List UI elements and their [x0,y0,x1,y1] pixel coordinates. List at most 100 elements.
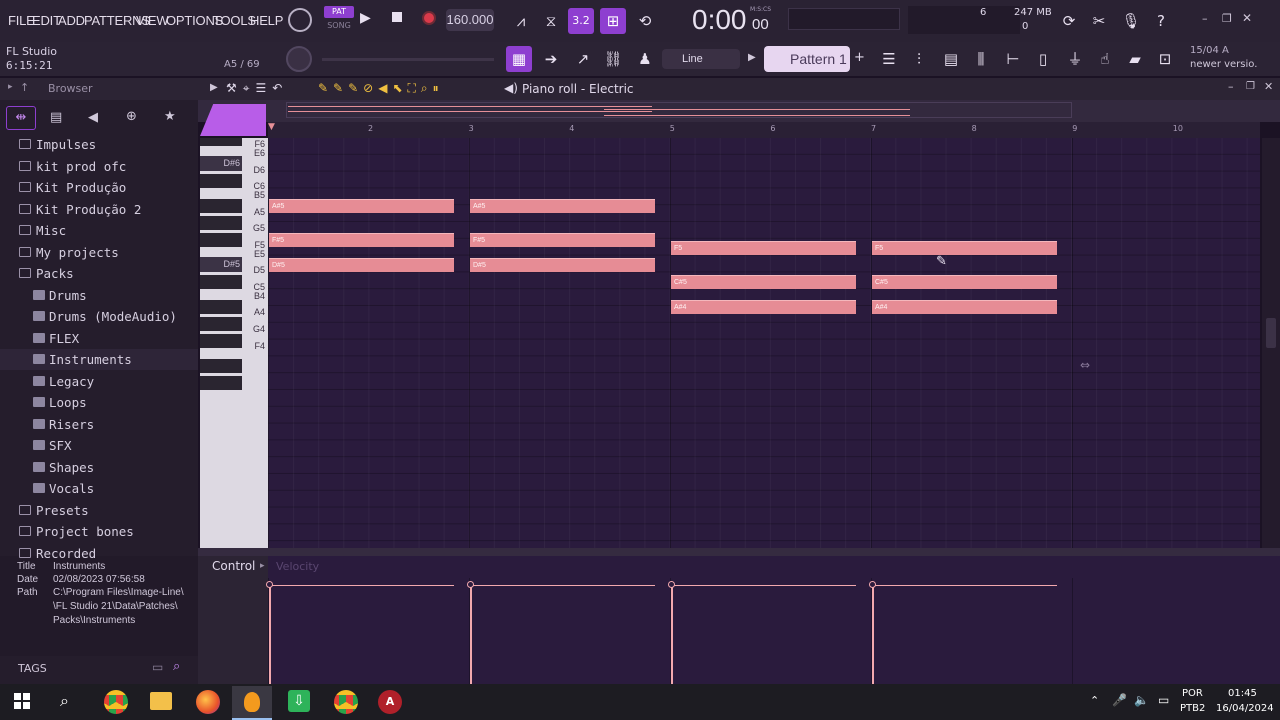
pr-restore-icon[interactable]: ❐ [1246,81,1255,92]
restore-icon[interactable]: ❐ [1222,12,1232,25]
browser-item[interactable]: Vocals [0,478,198,499]
resize-handle-icon[interactable]: ⇔ [1080,358,1090,372]
instrument-tab[interactable] [200,104,266,136]
all-tab-icon[interactable]: ⇹ [6,106,36,130]
plugins-tab-icon[interactable]: ⊕ [126,109,137,124]
expand-icon[interactable]: ▸ [8,82,13,92]
note[interactable]: A#5 [269,199,454,214]
step-edit-icon[interactable]: ⊞ [600,8,626,34]
black-key[interactable] [200,138,242,146]
pattern-arrow-icon[interactable]: ▶ [748,52,756,63]
browser-item[interactable]: Shapes [0,457,198,478]
clock-date[interactable]: 16/04/2024 [1216,703,1274,714]
vertical-scrollbar[interactable] [1262,138,1280,548]
note[interactable]: F#5 [269,232,454,247]
song-toggle[interactable]: SONG [324,20,354,32]
speaker-icon[interactable]: ◀) [504,81,518,95]
note[interactable]: A#5 [470,199,655,214]
microphone-icon[interactable]: 🎙 [1118,8,1144,34]
search-taskbar-icon[interactable]: ⌕ [60,691,69,711]
favorites-tab-icon[interactable]: ★ [164,109,176,124]
note-grid[interactable]: A#5 A#5 F#5 F#5 D#5 D#5 F5 F5 C#5 C#5 A#4 A#4 [268,138,1260,548]
windows-start-icon[interactable] [14,693,30,709]
news-text[interactable]: newer versio. [1190,59,1257,70]
note[interactable]: F#5 [470,232,655,247]
playhead-marker-icon[interactable]: ▼ [268,122,275,132]
browser-item[interactable]: FLEX [0,328,198,349]
browser-item[interactable]: Presets [0,500,198,521]
touch-icon[interactable]: ☝ [1092,46,1118,72]
add-pattern-icon[interactable]: + [854,50,865,65]
pencil-link-icon[interactable]: ↗ [570,46,596,72]
clock-time[interactable]: 01:45 [1228,688,1257,699]
note[interactable]: A#4 [671,300,856,314]
help-icon[interactable]: ? [1148,8,1174,34]
files-tab-icon[interactable]: ▤ [50,110,62,125]
control-param[interactable]: Velocity [276,560,319,573]
black-key[interactable] [200,375,242,390]
chain-link-icon[interactable]: ⛓ [600,46,626,72]
piano-roll-icon[interactable]: ▦ [506,46,532,72]
master-volume-knob-icon[interactable] [288,8,312,32]
browser-item[interactable]: Kit Produção 2 [0,199,198,220]
menu-help[interactable]: HELP [250,13,283,28]
language-indicator[interactable]: POR [1182,688,1203,699]
menu-arrow-icon[interactable]: ▶ [210,82,218,93]
menu-file[interactable]: FILE [8,13,35,28]
black-key[interactable] [200,358,242,373]
control-arrow-icon[interactable]: ▸ [260,561,265,571]
draw-tools-icons[interactable]: ✎✎✎⊘◀⬉⛶⌕⏸ [318,81,444,96]
file-explorer-icon[interactable] [150,692,172,710]
black-key[interactable] [200,232,242,247]
pitch-knob-icon[interactable] [286,46,312,72]
black-key[interactable] [200,333,242,348]
mixer-icon[interactable]: ⫼ [968,46,994,72]
pattern-select[interactable]: Pattern 1 [764,46,850,72]
browser-item[interactable]: Kit Produção [0,177,198,198]
tool-icons[interactable]: ⚒⌖☰↶ [226,81,288,96]
snap-select[interactable]: Line [662,49,740,69]
browser-item[interactable]: Loops [0,392,198,413]
master-pitch-slider[interactable] [322,58,494,61]
browser-item[interactable]: Legacy [0,371,198,392]
loop-record-icon[interactable]: ⟲ [632,8,658,34]
up-arrow-icon[interactable]: ↑ [20,81,29,94]
browser-item[interactable]: Drums (ModeAudio) [0,306,198,327]
event-splitter[interactable] [198,548,1280,556]
browser-item[interactable]: Recorded [0,543,198,564]
minimize-icon[interactable]: – [1202,12,1208,25]
pat-toggle[interactable]: PAT [324,6,354,18]
velocity-bar[interactable] [872,585,874,684]
play-icon[interactable]: ▶ [360,10,371,26]
close-icon[interactable]: ✕ [1242,11,1252,25]
velocity-bar[interactable] [269,585,271,684]
browser-item[interactable]: My projects [0,242,198,263]
search-icon[interactable]: ⌕ [173,659,180,674]
browser-item[interactable]: Packs [0,263,198,284]
velocity-handle[interactable] [869,581,876,588]
plugin-icon[interactable]: ⏚ [1062,46,1088,72]
note[interactable]: D#5 [470,258,655,272]
control-label[interactable]: Control [212,559,255,573]
black-key[interactable] [200,274,242,289]
cut-tool-icon[interactable]: ✂ [1086,8,1112,34]
browser-item[interactable]: Project bones [0,521,198,542]
note[interactable]: C#5 [671,274,856,289]
tray-chevron-icon[interactable]: ⌃ [1090,694,1099,707]
menu-add[interactable]: ADD [58,13,85,28]
audio-tab-icon[interactable]: ◀ [88,110,98,125]
record-icon[interactable] [422,11,436,25]
undo-history-icon[interactable]: ⟳ [1056,8,1082,34]
velocity-bar[interactable] [470,585,472,684]
pr-close-icon[interactable]: ✕ [1264,80,1273,93]
black-key[interactable] [200,199,242,214]
playlist-icon[interactable]: ☰ [876,46,902,72]
countdown-icon[interactable]: 3.2 [568,8,594,34]
tempo-display[interactable]: 160.000 [446,9,494,31]
note[interactable]: C#5 [872,274,1057,289]
file-icon[interactable]: ▯ [1030,46,1056,72]
browser-item[interactable]: Instruments [0,349,198,370]
folder-icon[interactable]: ▭ [152,660,163,674]
browser-item[interactable]: Risers [0,414,198,435]
velocity-handle[interactable] [266,581,273,588]
